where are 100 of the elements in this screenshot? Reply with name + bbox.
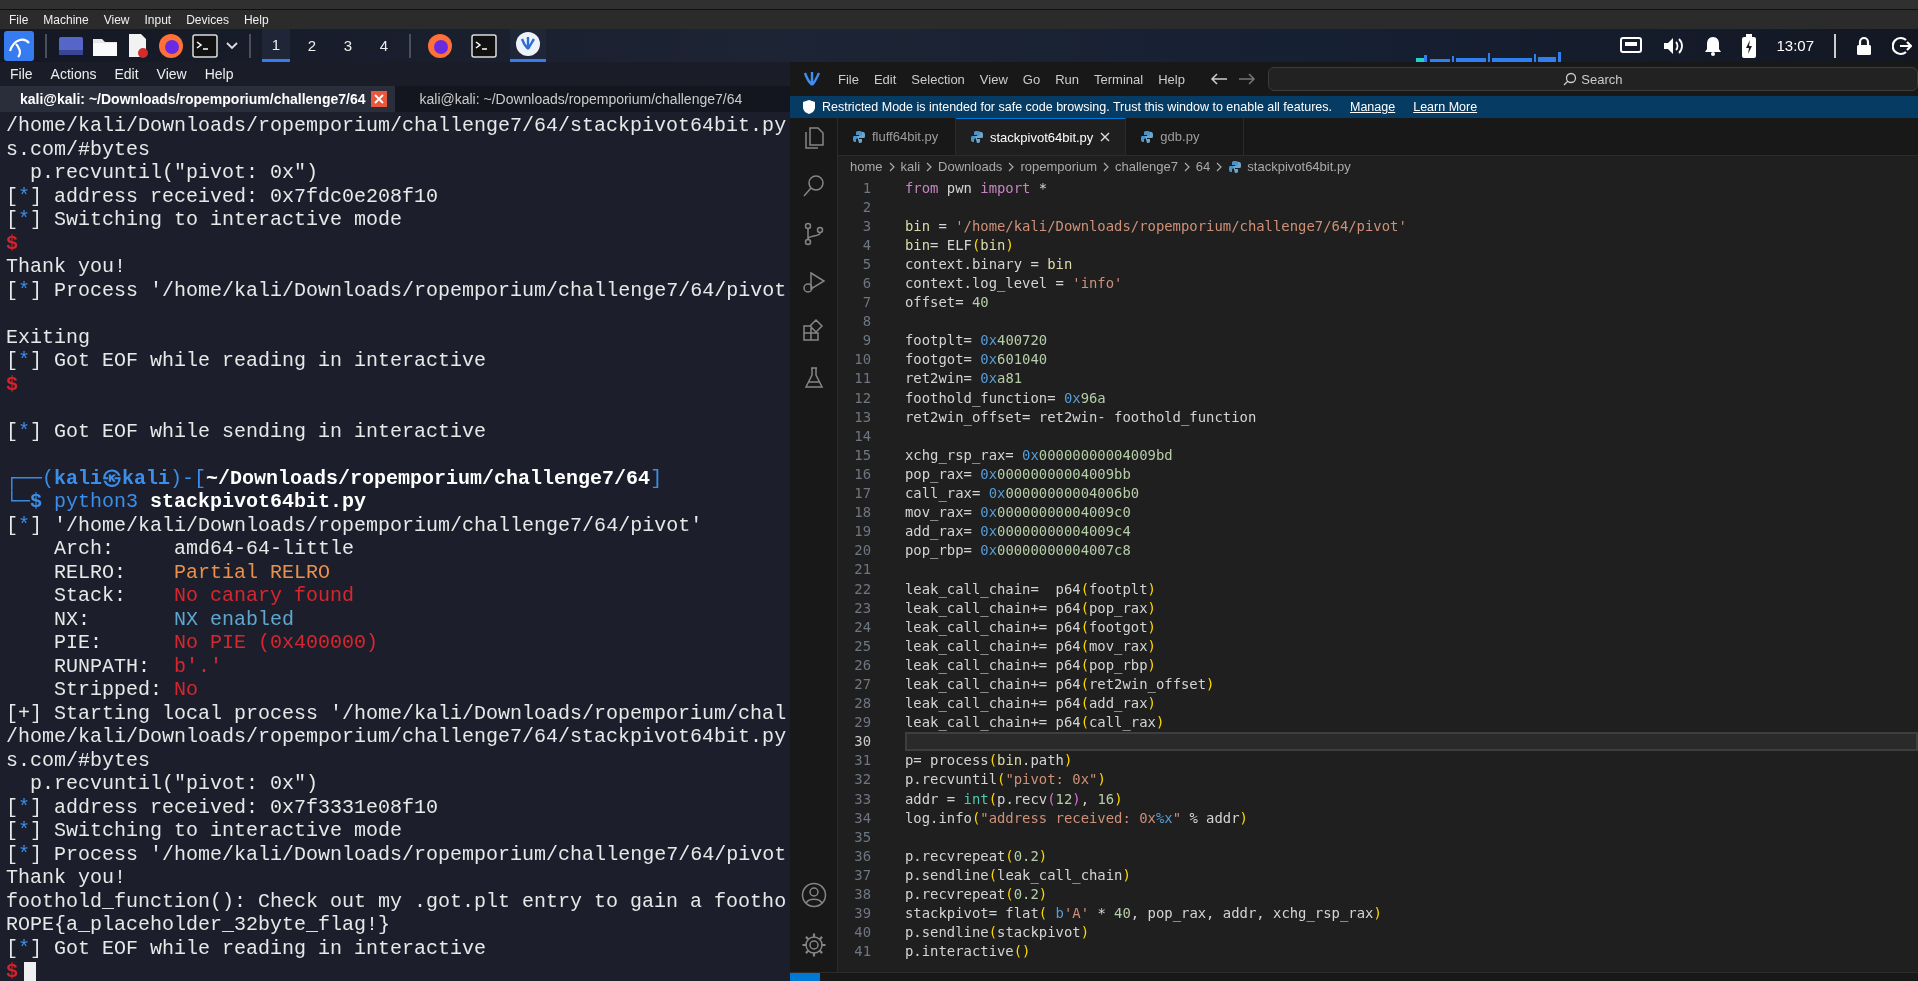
lock-icon[interactable] xyxy=(1856,35,1872,56)
breadcrumb-item[interactable]: challenge7 xyxy=(1114,159,1178,174)
screen-icon[interactable] xyxy=(1620,36,1643,55)
terminal-line: s.com/#bytes xyxy=(6,137,151,161)
terminal-line: /home/kali/Downloads/ropemporium/challenge7/64/stackpivot64bit.py xyxy=(6,725,787,749)
terminal-tab[interactable]: kali@kali: ~/Downloads/ropemporium/challenge7/64 xyxy=(399,86,751,112)
terminal-line: ROPE{a_placeholder_32byte_flag!} xyxy=(6,913,391,937)
terminal-line: $ xyxy=(6,960,18,981)
menu-item[interactable]: File xyxy=(9,12,29,27)
code-line: context.binary = bin xyxy=(905,255,1073,272)
menu-item[interactable]: Terminal xyxy=(1094,71,1144,87)
search-icon[interactable] xyxy=(801,174,826,198)
workspace-button[interactable]: 3 xyxy=(334,29,362,62)
close-icon[interactable] xyxy=(371,91,388,107)
menu-item[interactable]: File xyxy=(838,71,859,87)
menu-item[interactable]: View xyxy=(979,71,1008,87)
clock[interactable]: 13:07 xyxy=(1776,37,1814,54)
line-number: 40 xyxy=(853,924,871,941)
terminal-icon[interactable] xyxy=(192,33,218,58)
line-number: 1 xyxy=(861,179,871,196)
menu-item[interactable]: Edit xyxy=(114,66,139,82)
menu-item[interactable]: Help xyxy=(243,12,269,27)
breadcrumb-item[interactable]: Downloads xyxy=(938,159,1003,174)
document-icon[interactable] xyxy=(126,32,150,59)
workspace-button[interactable]: 4 xyxy=(370,29,398,62)
terminal-line: └─$ python3 stackpivot64bit.py xyxy=(6,490,367,514)
line-number: 9 xyxy=(861,332,871,349)
search-field[interactable]: Search xyxy=(1267,67,1918,91)
forward-arrow-icon[interactable] xyxy=(1237,72,1256,86)
menu-item[interactable]: Devices xyxy=(186,12,229,27)
run-debug-icon[interactable] xyxy=(801,270,826,294)
python-file-icon xyxy=(1140,129,1155,144)
menu-item[interactable]: View xyxy=(103,12,130,27)
terminal-line: [*] address received: 0x7fdc0e208f10 xyxy=(6,184,439,208)
line-number: 7 xyxy=(861,294,871,311)
line-number: 21 xyxy=(853,561,871,578)
menu-item[interactable]: Help xyxy=(1158,71,1185,87)
terminal-line: p.recvuntil("pivot: 0x") xyxy=(29,772,319,796)
settings-icon[interactable] xyxy=(800,932,827,958)
chevron-icon xyxy=(1215,160,1224,173)
battery-icon[interactable] xyxy=(1742,33,1757,58)
menu-item[interactable]: Help xyxy=(204,66,234,82)
chevron-icon xyxy=(1007,160,1016,173)
line-number: 27 xyxy=(853,676,871,692)
workspace-button[interactable]: 1 xyxy=(262,29,290,62)
terminal-line: [*] Switching to interactive mode xyxy=(6,208,403,232)
terminal-line: [*] Process '/home/kali/Downloads/ropemporium/challenge7/64/pivot xyxy=(6,842,787,866)
menu-item[interactable]: Actions xyxy=(50,66,97,82)
code-line: addr = int(p.recv(12), 16) xyxy=(905,790,1123,807)
terminal-line: Thank you! xyxy=(6,866,127,890)
menu-item[interactable]: Machine xyxy=(43,12,89,27)
taskbar-app-button[interactable] xyxy=(510,29,546,62)
line-number: 12 xyxy=(853,389,871,406)
terminal-line: s.com/#bytes xyxy=(6,748,151,772)
menu-logo-icon[interactable] xyxy=(4,30,34,61)
search-icon xyxy=(1562,72,1577,86)
account-icon[interactable] xyxy=(800,882,827,908)
code-line: foothold_function= 0x96a xyxy=(905,389,1106,406)
terminal-line: p.recvuntil("pivot: 0x") xyxy=(29,161,319,185)
menu-item[interactable]: View xyxy=(156,66,187,82)
bell-icon[interactable] xyxy=(1704,35,1723,56)
menu-item[interactable]: Run xyxy=(1055,71,1079,87)
chevron-icon xyxy=(925,160,934,173)
code-line: p.interactive() xyxy=(905,943,1031,960)
terminal-line: [*] address received: 0x7f3331e08f10 xyxy=(6,795,439,819)
menu-item[interactable]: Edit xyxy=(873,71,897,87)
editor-tab[interactable]: stackpivot64bit.py xyxy=(956,118,1127,155)
breadcrumb-item[interactable]: stackpivot64bit.py xyxy=(1247,159,1351,174)
logout-icon[interactable] xyxy=(1892,35,1912,56)
caret-icon[interactable] xyxy=(226,40,238,51)
banner-link[interactable]: Learn More xyxy=(1413,100,1478,114)
line-number: 5 xyxy=(861,255,871,272)
breadcrumb-item[interactable]: ropemporium xyxy=(1020,159,1097,174)
code-line: footplt= 0x400720 xyxy=(905,332,1048,349)
monitor-icon[interactable] xyxy=(58,34,84,57)
menu-item[interactable]: Go xyxy=(1022,71,1041,87)
breadcrumb-item[interactable]: home xyxy=(850,159,883,174)
workspace-button[interactable]: 2 xyxy=(298,29,326,62)
line-number: 28 xyxy=(853,695,871,712)
extensions-icon[interactable] xyxy=(801,318,826,342)
code-line: p.recvuntil("pivot: 0x") xyxy=(905,771,1106,788)
breadcrumb-item[interactable]: 64 xyxy=(1195,159,1211,174)
chevron-icon xyxy=(887,160,896,173)
back-arrow-icon[interactable] xyxy=(1209,72,1228,86)
banner-link[interactable]: Manage xyxy=(1350,100,1396,114)
line-number: 22 xyxy=(853,580,871,597)
menu-item[interactable]: Input xyxy=(144,12,172,27)
terminal-line: NX: NX enabled xyxy=(53,607,295,631)
code-editor-icon xyxy=(515,31,541,57)
editor-tab[interactable]: gdb.py xyxy=(1126,118,1245,155)
code-line: mov_rax= 0x00000000004009c0 xyxy=(905,504,1131,521)
breadcrumb-item[interactable]: kali xyxy=(900,159,921,174)
terminal-line: /home/kali/Downloads/ropemporium/challenge7/64/stackpivot64bit.py xyxy=(6,114,787,138)
close-icon[interactable] xyxy=(1099,131,1112,143)
menu-item[interactable]: File xyxy=(10,66,33,82)
terminal-tab[interactable]: kali@kali: ~/Downloads/ropemporium/challenge7/64 xyxy=(0,86,396,112)
menu-item[interactable]: Selection xyxy=(911,71,965,87)
speaker-icon[interactable] xyxy=(1662,35,1685,56)
terminal-line: [+] Starting local process '/home/kali/Downloads/ropemporium/chal xyxy=(6,701,787,725)
browser-icon[interactable] xyxy=(158,32,184,59)
